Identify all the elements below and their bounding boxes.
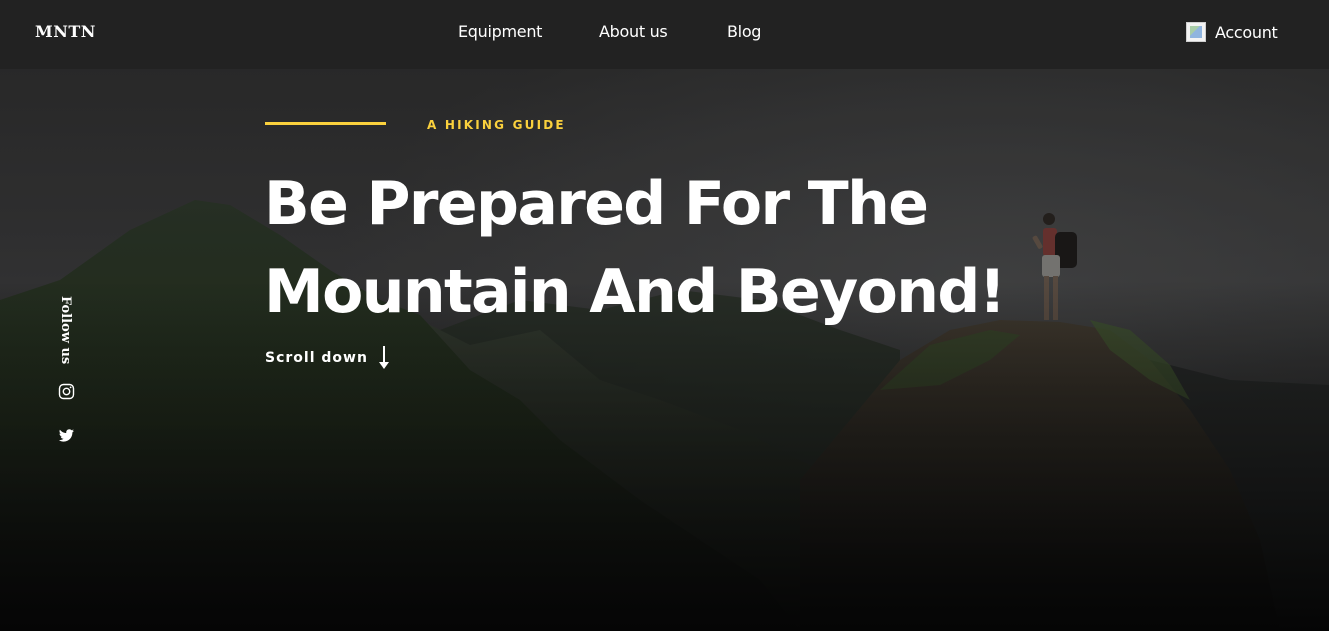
- hero-eyebrow: A HIKING GUIDE: [427, 118, 566, 132]
- top-navigation-bar: MNTN Equipment About us Blog Account: [0, 0, 1329, 69]
- scroll-down-label: Scroll down: [265, 350, 368, 366]
- scroll-down-link[interactable]: Scroll down: [265, 345, 390, 371]
- follow-us-sidebar: Follow us: [58, 296, 76, 366]
- hero-headline: Be Prepared For The Mountain And Beyond!: [264, 160, 1084, 336]
- nav-item-about-us[interactable]: About us: [599, 22, 668, 41]
- arrow-down-icon: [378, 346, 389, 369]
- headline-line-1: Be Prepared For The: [264, 169, 929, 239]
- account-link[interactable]: Account: [1186, 22, 1278, 42]
- twitter-icon[interactable]: [58, 427, 75, 444]
- account-label: Account: [1215, 22, 1278, 42]
- headline-line-2: Mountain And Beyond!: [264, 257, 1006, 327]
- follow-us-label: Follow us: [58, 296, 73, 365]
- main-nav: Equipment About us Blog: [0, 22, 1329, 42]
- nav-item-equipment[interactable]: Equipment: [458, 22, 542, 41]
- eyebrow-divider: [265, 122, 386, 125]
- instagram-icon[interactable]: [58, 383, 75, 400]
- user-avatar-icon: [1186, 22, 1206, 42]
- nav-item-blog[interactable]: Blog: [727, 22, 761, 41]
